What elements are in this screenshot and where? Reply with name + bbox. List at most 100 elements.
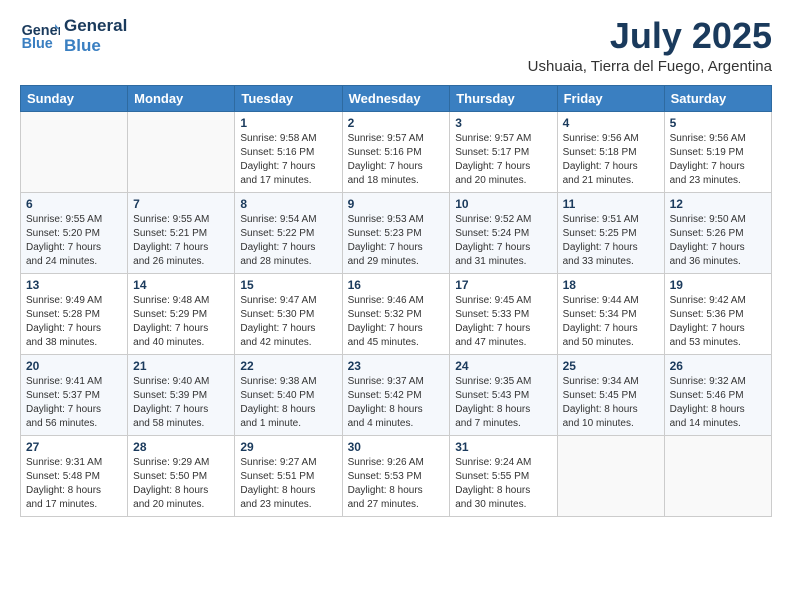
day-info: Sunrise: 9:56 AM Sunset: 5:18 PM Dayligh… (563, 132, 659, 188)
day-info: Sunrise: 9:52 AM Sunset: 5:24 PM Dayligh… (455, 213, 551, 269)
day-info: Sunrise: 9:34 AM Sunset: 5:45 PM Dayligh… (563, 375, 659, 431)
header-wednesday: Wednesday (342, 85, 450, 111)
header-friday: Friday (557, 85, 664, 111)
day-number: 11 (563, 197, 659, 211)
day-info: Sunrise: 9:29 AM Sunset: 5:50 PM Dayligh… (133, 456, 229, 512)
day-info: Sunrise: 9:57 AM Sunset: 5:16 PM Dayligh… (348, 132, 445, 188)
header: General Blue General Blue July 2025 Ushu… (20, 16, 772, 75)
day-info: Sunrise: 9:54 AM Sunset: 5:22 PM Dayligh… (240, 213, 336, 269)
calendar-cell: 4 Sunrise: 9:56 AM Sunset: 5:18 PM Daylig… (557, 111, 664, 192)
calendar-cell: 6 Sunrise: 9:55 AM Sunset: 5:20 PM Daylig… (21, 192, 128, 273)
day-info: Sunrise: 9:41 AM Sunset: 5:37 PM Dayligh… (26, 375, 122, 431)
header-monday: Monday (128, 85, 235, 111)
day-info: Sunrise: 9:58 AM Sunset: 5:16 PM Dayligh… (240, 132, 336, 188)
calendar-week-0: 1Sunrise: 9:58 AM Sunset: 5:16 PM Daylig… (21, 111, 772, 192)
day-number: 23 (348, 359, 445, 373)
day-number: 7 (133, 197, 229, 211)
day-info: Sunrise: 9:48 AM Sunset: 5:29 PM Dayligh… (133, 294, 229, 350)
calendar-cell: 25 Sunrise: 9:34 AM Sunset: 5:45 PM Dayli… (557, 354, 664, 435)
day-number: 31 (455, 440, 551, 454)
calendar-cell: 29 Sunrise: 9:27 AM Sunset: 5:51 PM Dayli… (235, 435, 342, 516)
calendar-cell: 5 Sunrise: 9:56 AM Sunset: 5:19 PM Daylig… (664, 111, 771, 192)
day-info: Sunrise: 9:44 AM Sunset: 5:34 PM Dayligh… (563, 294, 659, 350)
day-number: 8 (240, 197, 336, 211)
calendar-cell: 28Sunrise: 9:29 AM Sunset: 5:50 PM Dayli… (128, 435, 235, 516)
calendar-cell: 13 Sunrise: 9:49 AM Sunset: 5:28 PM Dayli… (21, 273, 128, 354)
logo: General Blue General Blue (20, 16, 127, 56)
day-info: Sunrise: 9:24 AM Sunset: 5:55 PM Dayligh… (455, 456, 551, 512)
calendar-cell: 11 Sunrise: 9:51 AM Sunset: 5:25 PM Dayli… (557, 192, 664, 273)
calendar-cell (557, 435, 664, 516)
day-number: 2 (348, 116, 445, 130)
weekday-header-row: Sunday Monday Tuesday Wednesday Thursday… (21, 85, 772, 111)
calendar-body: 1Sunrise: 9:58 AM Sunset: 5:16 PM Daylig… (21, 111, 772, 516)
header-thursday: Thursday (450, 85, 557, 111)
day-info: Sunrise: 9:38 AM Sunset: 5:40 PM Dayligh… (240, 375, 336, 431)
calendar-cell: 24 Sunrise: 9:35 AM Sunset: 5:43 PM Dayli… (450, 354, 557, 435)
day-info: Sunrise: 9:42 AM Sunset: 5:36 PM Dayligh… (670, 294, 766, 350)
day-info: Sunrise: 9:37 AM Sunset: 5:42 PM Dayligh… (348, 375, 445, 431)
calendar-cell: 2 Sunrise: 9:57 AM Sunset: 5:16 PM Daylig… (342, 111, 450, 192)
day-number: 24 (455, 359, 551, 373)
day-info: Sunrise: 9:55 AM Sunset: 5:20 PM Dayligh… (26, 213, 122, 269)
calendar-cell: 7 Sunrise: 9:55 AM Sunset: 5:21 PM Daylig… (128, 192, 235, 273)
day-number: 26 (670, 359, 766, 373)
day-number: 14 (133, 278, 229, 292)
header-saturday: Saturday (664, 85, 771, 111)
calendar-cell (664, 435, 771, 516)
day-number: 13 (26, 278, 122, 292)
calendar-cell: 20Sunrise: 9:41 AM Sunset: 5:37 PM Dayli… (21, 354, 128, 435)
calendar-cell: 30Sunrise: 9:26 AM Sunset: 5:53 PM Dayli… (342, 435, 450, 516)
calendar-cell: 1Sunrise: 9:58 AM Sunset: 5:16 PM Daylig… (235, 111, 342, 192)
day-number: 30 (348, 440, 445, 454)
day-info: Sunrise: 9:27 AM Sunset: 5:51 PM Dayligh… (240, 456, 336, 512)
day-number: 4 (563, 116, 659, 130)
calendar-cell: 17Sunrise: 9:45 AM Sunset: 5:33 PM Dayli… (450, 273, 557, 354)
calendar-week-1: 6 Sunrise: 9:55 AM Sunset: 5:20 PM Daylig… (21, 192, 772, 273)
logo-blue-text: Blue (64, 36, 127, 56)
calendar-cell: 14 Sunrise: 9:48 AM Sunset: 5:29 PM Dayli… (128, 273, 235, 354)
day-number: 21 (133, 359, 229, 373)
day-info: Sunrise: 9:49 AM Sunset: 5:28 PM Dayligh… (26, 294, 122, 350)
calendar-week-3: 20Sunrise: 9:41 AM Sunset: 5:37 PM Dayli… (21, 354, 772, 435)
day-info: Sunrise: 9:51 AM Sunset: 5:25 PM Dayligh… (563, 213, 659, 269)
day-number: 17 (455, 278, 551, 292)
day-number: 29 (240, 440, 336, 454)
calendar-cell: 18Sunrise: 9:44 AM Sunset: 5:34 PM Dayli… (557, 273, 664, 354)
day-number: 5 (670, 116, 766, 130)
day-number: 16 (348, 278, 445, 292)
calendar-week-4: 27Sunrise: 9:31 AM Sunset: 5:48 PM Dayli… (21, 435, 772, 516)
day-number: 15 (240, 278, 336, 292)
title-block: July 2025 Ushuaia, Tierra del Fuego, Arg… (528, 16, 772, 75)
day-info: Sunrise: 9:40 AM Sunset: 5:39 PM Dayligh… (133, 375, 229, 431)
calendar-cell: 31 Sunrise: 9:24 AM Sunset: 5:55 PM Dayli… (450, 435, 557, 516)
day-info: Sunrise: 9:47 AM Sunset: 5:30 PM Dayligh… (240, 294, 336, 350)
day-number: 10 (455, 197, 551, 211)
header-sunday: Sunday (21, 85, 128, 111)
calendar-table: Sunday Monday Tuesday Wednesday Thursday… (20, 85, 772, 517)
day-info: Sunrise: 9:55 AM Sunset: 5:21 PM Dayligh… (133, 213, 229, 269)
calendar-week-2: 13 Sunrise: 9:49 AM Sunset: 5:28 PM Dayli… (21, 273, 772, 354)
day-number: 12 (670, 197, 766, 211)
calendar-cell: 27Sunrise: 9:31 AM Sunset: 5:48 PM Dayli… (21, 435, 128, 516)
calendar-cell: 26 Sunrise: 9:32 AM Sunset: 5:46 PM Dayli… (664, 354, 771, 435)
calendar-cell: 3Sunrise: 9:57 AM Sunset: 5:17 PM Daylig… (450, 111, 557, 192)
calendar-cell: 8 Sunrise: 9:54 AM Sunset: 5:22 PM Daylig… (235, 192, 342, 273)
location: Ushuaia, Tierra del Fuego, Argentina (528, 58, 772, 75)
day-number: 6 (26, 197, 122, 211)
logo-general-text: General (64, 16, 127, 36)
day-info: Sunrise: 9:32 AM Sunset: 5:46 PM Dayligh… (670, 375, 766, 431)
calendar-cell: 9Sunrise: 9:53 AM Sunset: 5:23 PM Daylig… (342, 192, 450, 273)
day-number: 25 (563, 359, 659, 373)
day-info: Sunrise: 9:53 AM Sunset: 5:23 PM Dayligh… (348, 213, 445, 269)
day-info: Sunrise: 9:50 AM Sunset: 5:26 PM Dayligh… (670, 213, 766, 269)
day-number: 27 (26, 440, 122, 454)
calendar-cell: 23 Sunrise: 9:37 AM Sunset: 5:42 PM Dayli… (342, 354, 450, 435)
day-info: Sunrise: 9:46 AM Sunset: 5:32 PM Dayligh… (348, 294, 445, 350)
month-year: July 2025 (528, 16, 772, 56)
calendar-cell (128, 111, 235, 192)
day-info: Sunrise: 9:35 AM Sunset: 5:43 PM Dayligh… (455, 375, 551, 431)
day-info: Sunrise: 9:56 AM Sunset: 5:19 PM Dayligh… (670, 132, 766, 188)
logo-icon: General Blue (20, 16, 60, 56)
svg-text:Blue: Blue (22, 36, 53, 52)
